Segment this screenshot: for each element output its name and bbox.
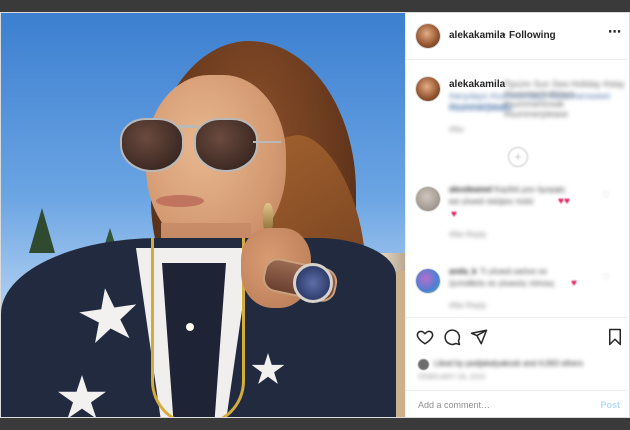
post-date: FEBRUARY 28, 2019 [418, 374, 486, 381]
add-comment-input[interactable]: Add a comment… [418, 400, 490, 410]
comment-icon[interactable] [443, 328, 461, 346]
caption-hashtags[interactable]: #summerplease [449, 103, 513, 113]
post-actions: Liked by pedjakalyakosk and 4,063 others… [406, 317, 630, 418]
sunglasses-lens-right [194, 118, 258, 172]
lips [156, 195, 204, 207]
comment-username[interactable]: arela_k [449, 267, 477, 276]
caption-username-link[interactable]: alekakamila [449, 79, 505, 90]
likes-text[interactable]: Liked by pedjakalyakosk and 4,063 others [434, 359, 583, 368]
post-side-panel: alekakamila • Following ⋯ alekakamila Πρ… [405, 13, 630, 417]
username-link[interactable]: alekakamila [449, 30, 505, 41]
heart-icon[interactable] [416, 328, 434, 346]
comment-like-icon[interactable]: ♡ [602, 272, 610, 283]
pearl-pendant [186, 323, 194, 331]
sunglasses-lens-left [120, 118, 184, 172]
more-options-icon[interactable]: ⋯ [608, 24, 622, 40]
comment-text: Καρδιά μου όμορφη [494, 185, 565, 194]
caption-timestamp: 49w [449, 125, 464, 134]
comment-meta[interactable]: 49w Reply [449, 230, 486, 239]
sunglasses-temple [253, 141, 281, 143]
avatar[interactable] [416, 269, 440, 293]
heart-emoji: ♥♥ [558, 196, 570, 207]
comment-meta[interactable]: 49w Reply [449, 301, 486, 310]
sunglasses-bridge [179, 125, 197, 128]
load-more-comments-icon[interactable]: + [508, 147, 528, 167]
add-comment-bar: Add a comment… Post [406, 390, 630, 419]
gold-chain [151, 238, 245, 417]
heart-emoji: ♥ [571, 278, 577, 289]
comment-like-icon[interactable]: ♡ [602, 190, 610, 201]
avatar[interactable] [416, 24, 440, 48]
liker-avatar [418, 359, 429, 370]
comment-text: ζεσταθείτε σε γλυκούς τόπους [449, 279, 555, 288]
bookmark-icon[interactable] [606, 328, 624, 346]
comment-text: και γλυκιά σκέψου πολύ [449, 197, 534, 206]
post-dialog: alekakamila • Following ⋯ alekakamila Πρ… [0, 12, 630, 418]
post-photo[interactable] [1, 13, 405, 417]
heart-emoji: ♥ [451, 209, 457, 220]
post-comment-button[interactable]: Post [600, 400, 620, 410]
avatar[interactable] [416, 77, 440, 101]
comment-text: Τι γλυκιά εικόνα να [480, 267, 547, 276]
comment-username[interactable]: alexdeamel [449, 185, 492, 194]
post-header: alekakamila • Following ⋯ [406, 13, 630, 60]
share-icon[interactable] [470, 328, 488, 346]
watch-dial [293, 263, 333, 303]
separator-dot: • [502, 30, 506, 41]
tree [29, 208, 55, 253]
following-button[interactable]: Following [509, 30, 556, 41]
avatar[interactable] [416, 187, 440, 211]
